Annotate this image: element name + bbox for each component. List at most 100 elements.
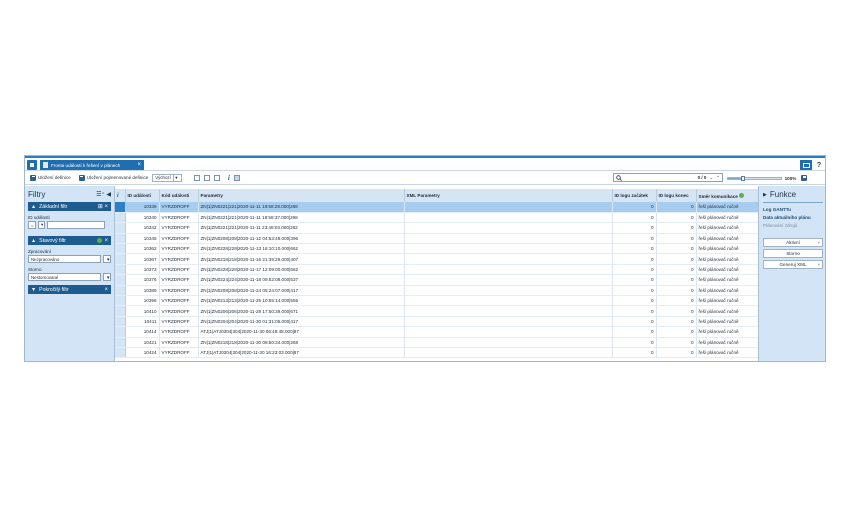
cell-event-id: 10376 [125,274,160,286]
operator-select[interactable]: = [28,221,36,229]
save-definition-label: Uložení definice [38,175,71,180]
filters-title: Filtry [28,190,46,199]
table-row[interactable]: 10396 VYRZDROFF ZN|1|ZN0213|213|2020-11-25… [115,295,758,307]
table-row[interactable]: 10342 VYRZDROFF ZN|1|ZN0221|221|2020-11-11… [115,222,758,234]
status-filter-header[interactable]: ▲ Stavový filtr × [28,236,111,245]
close-icon[interactable]: × [137,162,141,168]
row-selector[interactable] [115,202,126,213]
operator-value: = [31,222,34,228]
processed-label: Zpracování [28,249,51,254]
row-selector[interactable] [115,264,126,276]
row-selector[interactable] [115,337,126,348]
cell-event-code: VYRZDROFF [159,347,199,359]
table-row[interactable]: 10373 VYRZDROFF ZN|1|ZN0228|228|2020-11-17… [115,264,758,276]
table-row[interactable]: 10414 VYRZDROFF ATJ|1|ATJ0304|304|2020-11-… [115,326,758,338]
close-icon[interactable]: × [104,287,108,293]
expand-icon[interactable] [193,174,200,181]
chevron-down-icon[interactable]: ▼ [103,273,111,281]
row-selector[interactable] [115,274,126,286]
column-header[interactable]: ID logu konec [656,189,697,202]
basic-filter-header[interactable]: ▲ Základní filtr ⊞ × [28,202,111,211]
cell-parameters: ZN|1|ZN0221|221|2020-11-11 18:58:37.000|… [198,212,405,224]
cell-event-id: 10340 [125,212,160,224]
active-button[interactable]: Aktivní ▾ [763,238,823,247]
row-selector[interactable] [115,253,126,265]
row-selector[interactable] [115,305,126,317]
cell-event-code: VYRZDROFF [159,253,199,265]
column-header[interactable]: Kód události [159,189,199,202]
collapse-icon[interactable] [203,174,210,181]
row-selector[interactable] [115,233,126,245]
save-definition-button[interactable]: Uložení definice [30,174,71,181]
cancel-select[interactable]: Nestornované [28,273,101,281]
row-selector[interactable] [115,347,126,359]
table-row[interactable]: 10410 VYRZDROFF ZN|1|ZN0206|206|2020-11-28… [115,305,758,317]
row-selector[interactable] [115,316,126,328]
link-resource-planning[interactable]: Plánování zdrojů [763,223,823,228]
help-icon[interactable]: ? [814,160,824,170]
row-selector[interactable] [115,222,126,234]
cell-log-end-id: 0 [656,274,697,286]
zoom-track[interactable] [727,175,782,181]
chevron-down-icon[interactable]: ▾ [38,221,45,229]
app-window: Fronta událostí k řešení v plánech × ? U… [24,155,826,362]
save-named-definition-button[interactable]: Uložení pojmenované definice [78,174,148,181]
column-header[interactable]: Směr komunikace [696,189,758,202]
table-row[interactable]: 10411 VYRZDROFF ZN|1|ZN0204|204|2020-11-30… [115,316,758,328]
column-header[interactable]: Parametry [198,189,405,202]
cell-event-code: VYRZDROFF [159,212,199,224]
cell-parameters: ZN|1|ZN0208|208|2020-11-12 04:53:49.000|… [198,233,405,245]
home-icon[interactable] [27,160,37,170]
table-row[interactable]: 10424 VYRZDROFF ATJ|1|ATJ0304|304|2020-11-… [115,347,758,359]
id-input[interactable] [47,221,105,229]
search-input[interactable]: 0 / 0 ⌄ ⌃ [613,173,723,182]
column-header[interactable]: XML Parametry [404,189,613,202]
window-icon[interactable] [800,160,812,170]
table-row[interactable]: 10362 VYRZDROFF ZN|1|ZN0228|228|2020-11-13… [115,243,758,255]
row-selector[interactable] [115,243,126,255]
table-row[interactable]: 10367 VYRZDROFF ZN|1|ZN0218|218|2020-11-16… [115,253,758,265]
table-row[interactable]: 10340 VYRZDROFF ZN|1|ZN0221|221|2020-11-11… [115,212,758,224]
link-gantt-log[interactable]: Log GANTTu [763,207,823,212]
columns-icon[interactable] [233,174,240,181]
cell-parameters: ZN|1|ZN0204|204|2020-11-30 01:31:05.000|… [198,316,405,328]
row-selector[interactable] [115,295,126,307]
cell-event-code: VYRZDROFF [159,316,199,328]
cell-parameters: ZN|1|ZN0221|221|2020-11-11 23:48:03.000|… [198,222,405,234]
cell-xml-parameters [404,212,613,224]
cancel-button[interactable]: Storno [763,249,823,258]
zoom-slider[interactable]: 100% [727,175,807,181]
table-row[interactable]: 10421 VYRZDROFF ZN|1|ZN0218|218|2020-11-30… [115,337,758,348]
chevron-up-icon[interactable]: ⌃ [716,175,720,181]
row-selector[interactable] [115,285,126,297]
layout-icon[interactable] [213,174,220,181]
cell-log-end-id: 0 [656,222,697,234]
row-selector[interactable] [115,326,126,338]
cell-log-start-id: 0 [612,243,657,255]
definition-select[interactable]: Výchozí ▼ [152,173,182,182]
cell-event-code: VYRZDROFF [159,285,199,297]
link-current-plan-data[interactable]: Data aktuálního plánu [763,215,823,220]
zoom-handle[interactable] [740,175,745,181]
processed-select[interactable]: Nezpracováno [28,255,101,263]
cell-direction: řeší plánovač ručně [696,202,758,213]
row-selector[interactable] [115,212,126,224]
advanced-filter-header[interactable]: ▼ Pokročilý filtr × [28,285,111,294]
close-icon[interactable]: ⊞ × [98,203,108,210]
table-row[interactable]: 10376 VYRZDROFF ZN|1|ZN0224|224|2020-11-18… [115,274,758,286]
cell-direction: řeší plánovač ručně [696,305,758,317]
tab-event-queue[interactable]: Fronta událostí k řešení v plánech × [40,160,144,170]
add-filter-icon[interactable]: ☰⁺ ◀ [96,191,111,198]
chevron-down-icon[interactable]: ⌄ [709,175,713,181]
info-icon[interactable]: i [228,174,230,182]
chevron-down-icon[interactable]: ▼ [103,255,111,263]
cell-log-end-id: 0 [656,243,697,255]
close-icon[interactable]: × [104,238,108,244]
floppy-icon[interactable] [801,175,807,181]
column-header[interactable]: ID události [125,189,160,202]
table-row[interactable]: 10339 VYRZDROFF ZN|1|ZN0221|221|2020-11-11… [115,202,758,213]
column-header[interactable]: ID logu začátek [612,189,657,202]
generate-xml-button[interactable]: Generuj XML ▾ [763,260,823,269]
table-row[interactable]: 10389 VYRZDROFF ZN|1|ZN0208|208|2020-11-24… [115,285,758,297]
table-row[interactable]: 10345 VYRZDROFF ZN|1|ZN0208|208|2020-11-12… [115,233,758,245]
